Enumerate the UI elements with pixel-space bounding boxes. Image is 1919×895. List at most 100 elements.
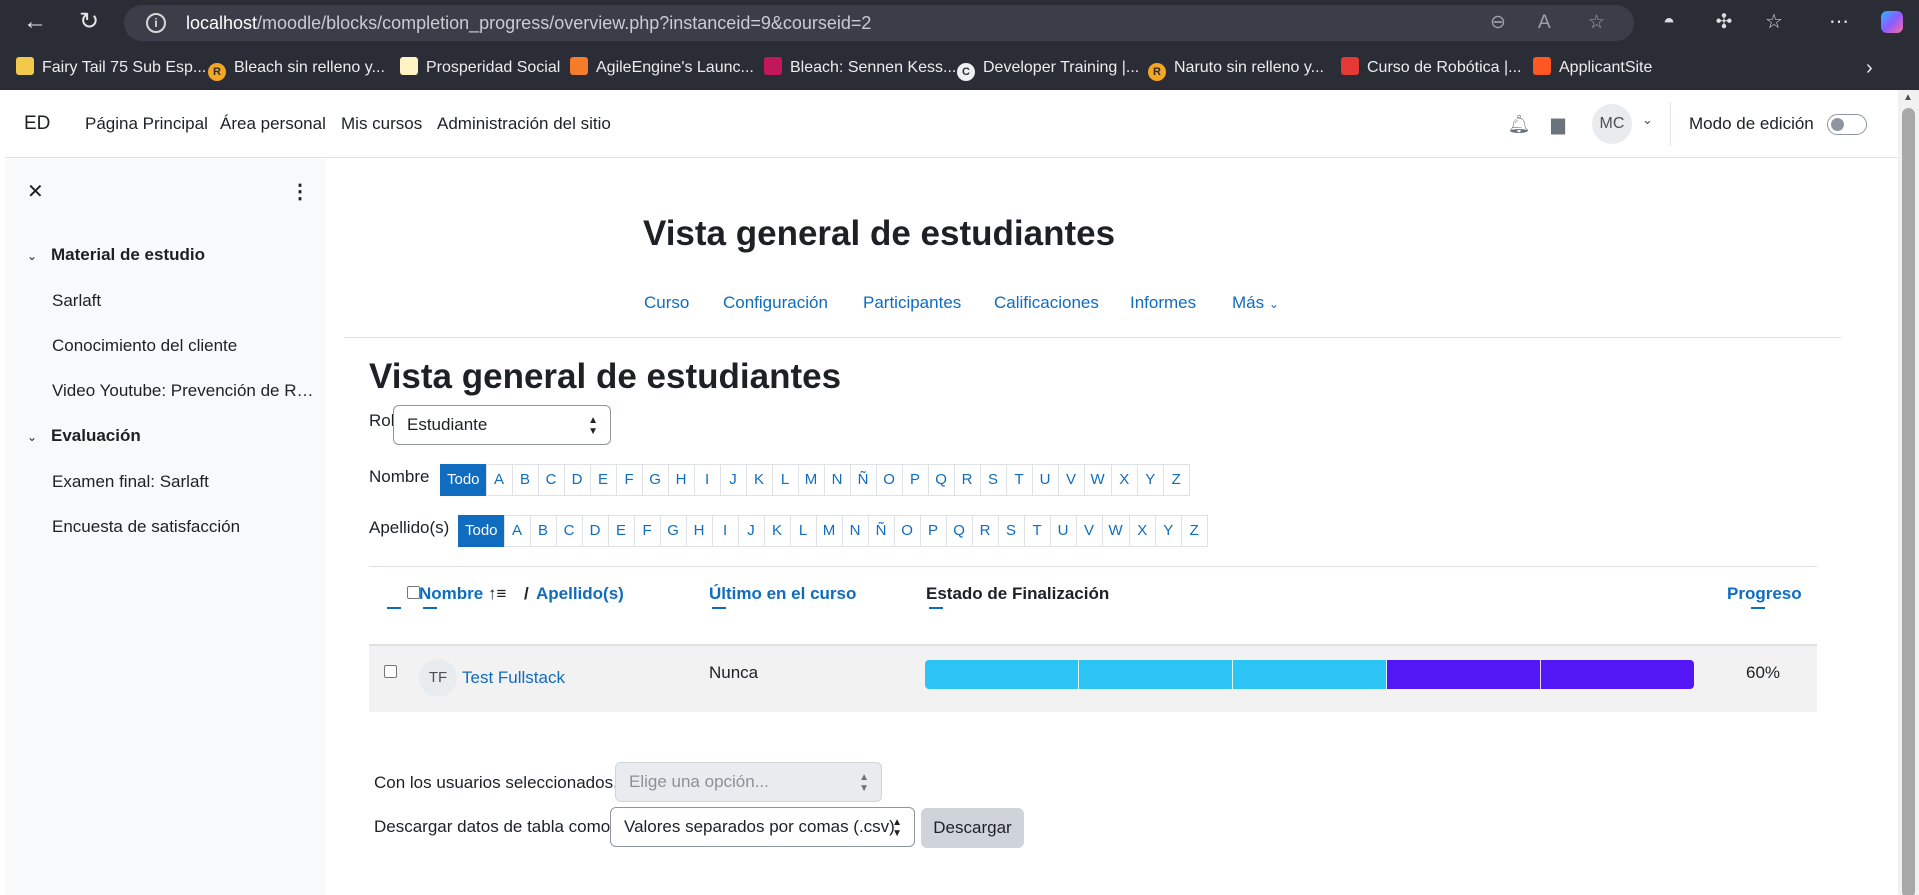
progress-segment-complete[interactable] [1079, 660, 1233, 689]
lastname-initial-letter[interactable]: Q [945, 515, 973, 547]
firstname-initial-letter[interactable]: E [589, 464, 617, 496]
drawer-item-encuesta[interactable]: Encuesta de satisfacción [52, 517, 314, 537]
lastname-initial-all[interactable]: Todo [458, 515, 505, 547]
nav-dashboard[interactable]: Área personal [220, 114, 326, 134]
bookmark-item[interactable]: Prosperidad Social [400, 50, 560, 86]
bookmark-item[interactable]: C Developer Training |... [957, 50, 1139, 86]
lastname-initial-letter[interactable]: P [919, 515, 947, 547]
drawer-item-conocimiento[interactable]: Conocimiento del cliente [52, 336, 314, 356]
favorite-star-icon[interactable]: ☆ [1588, 5, 1605, 41]
copilot-icon[interactable] [1877, 8, 1907, 36]
refresh-icon[interactable]: ↻ [74, 8, 104, 36]
lastname-initial-letter[interactable]: J [737, 515, 765, 547]
lastname-initial-letter[interactable]: N [841, 515, 869, 547]
progress-segment-complete[interactable] [1233, 660, 1387, 689]
section-material-de-estudio[interactable]: ⌄ Material de estudio [27, 245, 205, 265]
firstname-initial-letter[interactable]: X [1110, 464, 1138, 496]
collapse-column-icon[interactable] [423, 607, 437, 609]
close-icon[interactable]: ✕ [27, 179, 44, 204]
back-arrow-icon[interactable]: ← [20, 8, 50, 36]
firstname-initial-letter[interactable]: Q [927, 464, 955, 496]
lastname-initial-letter[interactable]: K [763, 515, 791, 547]
with-selected-select[interactable]: Elige una opción... ▲ ▼ [615, 762, 882, 802]
firstname-initial-all[interactable]: Todo [440, 464, 487, 496]
sort-last-access-header[interactable]: Último en el curso [709, 584, 856, 604]
drawer-item-video[interactable]: Video Youtube: Prevención de Ri... [52, 381, 314, 401]
lastname-initial-letter[interactable]: V [1075, 515, 1103, 547]
firstname-initial-letter[interactable]: R [953, 464, 981, 496]
download-format-select[interactable]: Valores separados por comas (.csv) ▲ ▼ [610, 807, 915, 847]
lastname-initial-letter[interactable]: E [607, 515, 635, 547]
firstname-initial-letter[interactable]: I [693, 464, 721, 496]
drawer-item-examen-final[interactable]: Examen final: Sarlaft [52, 472, 314, 492]
lastname-initial-letter[interactable]: T [1023, 515, 1051, 547]
nav-site-admin[interactable]: Administración del sitio [437, 114, 611, 134]
firstname-initial-letter[interactable]: J [719, 464, 747, 496]
zoom-out-icon[interactable]: ⊖ [1490, 5, 1506, 41]
firstname-initial-letter[interactable]: L [771, 464, 799, 496]
lastname-initial-letter[interactable]: F [633, 515, 661, 547]
collapse-column-icon[interactable] [387, 607, 401, 609]
tab-curso[interactable]: Curso [644, 293, 689, 313]
bookmark-item[interactable]: Curso de Robótica |... [1341, 50, 1521, 86]
chevron-down-icon[interactable]: ⌄ [27, 430, 41, 444]
extension-mask-icon[interactable]: ◓ [1654, 8, 1684, 36]
tab-participantes[interactable]: Participantes [863, 293, 961, 313]
lastname-initial-letter[interactable]: Ñ [867, 515, 895, 547]
lastname-initial-letter[interactable]: H [685, 515, 713, 547]
firstname-initial-letter[interactable]: Ñ [849, 464, 877, 496]
lastname-initial-letter[interactable]: Z [1180, 515, 1208, 547]
collapse-column-icon[interactable] [712, 607, 726, 609]
edit-mode-toggle[interactable] [1827, 114, 1867, 135]
info-icon[interactable]: i [146, 13, 166, 33]
tab-calificaciones[interactable]: Calificaciones [994, 293, 1099, 313]
row-select-checkbox[interactable] [384, 665, 397, 678]
firstname-initial-letter[interactable]: G [641, 464, 669, 496]
bookmark-item[interactable]: R Bleach sin relleno y... [208, 50, 385, 86]
firstname-initial-letter[interactable]: Y [1136, 464, 1164, 496]
nav-my-courses[interactable]: Mis cursos [341, 114, 422, 134]
puzzle-extensions-icon[interactable]: ✣ [1709, 8, 1739, 36]
site-short-name[interactable]: ED [24, 113, 50, 135]
bookmark-item[interactable]: ApplicantSite [1533, 50, 1652, 86]
sort-name-header[interactable]: Nombre ↑≡ [419, 584, 506, 604]
student-name-link[interactable]: Test Fullstack [462, 668, 565, 688]
bookmark-item[interactable]: Bleach: Sennen Kess... [764, 50, 956, 86]
lastname-initial-letter[interactable]: Y [1154, 515, 1182, 547]
nav-home[interactable]: Página Principal [85, 114, 208, 134]
progress-segment-complete[interactable] [925, 660, 1079, 689]
lastname-initial-letter[interactable]: L [789, 515, 817, 547]
kebab-menu-icon[interactable]: ⋮ [290, 179, 310, 204]
firstname-initial-letter[interactable]: V [1057, 464, 1085, 496]
lastname-initial-letter[interactable]: I [711, 515, 739, 547]
bookmark-item[interactable]: AgileEngine's Launc... [570, 50, 754, 86]
sort-lastname-header[interactable]: Apellido(s) [536, 584, 624, 604]
lastname-initial-letter[interactable]: C [555, 515, 583, 547]
firstname-initial-letter[interactable]: O [875, 464, 903, 496]
scroll-up-icon[interactable]: ▲ [1903, 92, 1913, 103]
drawer-item-sarlaft[interactable]: Sarlaft [52, 291, 314, 311]
sort-progress-header[interactable]: Progreso [1727, 584, 1802, 604]
firstname-initial-letter[interactable]: P [901, 464, 929, 496]
lastname-initial-letter[interactable]: W [1101, 515, 1130, 547]
firstname-initial-letter[interactable]: N [823, 464, 851, 496]
chevron-down-icon[interactable]: ⌄ [1642, 112, 1653, 128]
tab-mas[interactable]: Más ⌄ [1232, 293, 1279, 313]
role-select[interactable]: Estudiante ▲ ▼ [393, 405, 611, 445]
tab-informes[interactable]: Informes [1130, 293, 1196, 313]
section-evaluacion[interactable]: ⌄ Evaluación [27, 426, 141, 446]
firstname-initial-letter[interactable]: C [537, 464, 565, 496]
collapse-column-icon[interactable] [929, 607, 943, 609]
firstname-initial-letter[interactable]: W [1083, 464, 1112, 496]
firstname-initial-letter[interactable]: H [667, 464, 695, 496]
messages-icon[interactable]: ▆ [1546, 112, 1570, 136]
more-menu-icon[interactable]: ⋯ [1824, 8, 1854, 36]
firstname-initial-letter[interactable]: F [615, 464, 643, 496]
lastname-initial-letter[interactable]: U [1049, 515, 1077, 547]
address-bar[interactable]: i localhost/moodle/blocks/completion_pro… [124, 5, 1634, 41]
firstname-initial-letter[interactable]: K [745, 464, 773, 496]
lastname-initial-letter[interactable]: R [971, 515, 999, 547]
lastname-initial-letter[interactable]: B [529, 515, 557, 547]
progress-segment-incomplete[interactable] [1387, 660, 1541, 689]
lastname-initial-letter[interactable]: X [1128, 515, 1156, 547]
